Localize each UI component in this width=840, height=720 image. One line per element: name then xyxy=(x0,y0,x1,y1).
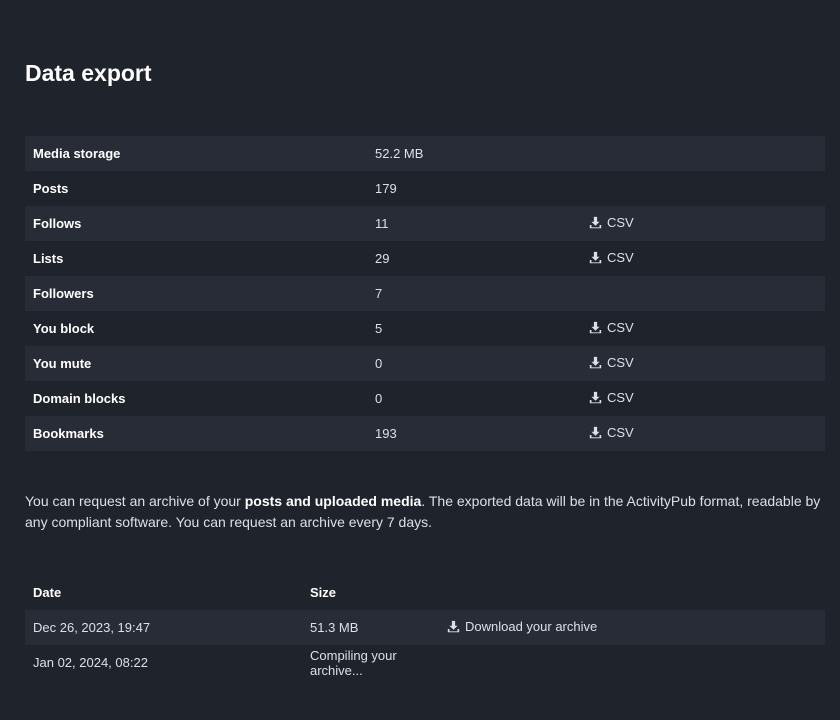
data-export-page: Data export Media storage 52.2 MB Posts 179… xyxy=(0,0,840,720)
csv-label: CSV xyxy=(607,390,634,405)
stat-value: 52.2 MB xyxy=(375,146,424,161)
csv-label: CSV xyxy=(607,355,634,370)
download-icon xyxy=(447,620,460,633)
stat-label: You mute xyxy=(33,356,92,371)
stats-row: Media storage 52.2 MB xyxy=(25,136,825,171)
info-text-bold: posts and uploaded media xyxy=(244,493,422,509)
stat-action: CSV xyxy=(581,206,825,241)
csv-download-link[interactable]: CSV xyxy=(589,390,634,405)
archive-table-header: Date Size xyxy=(25,574,825,610)
archive-row: Dec 26, 2023, 19:47 51.3 MB Download your … xyxy=(25,610,825,645)
stat-value: 0 xyxy=(375,391,383,406)
csv-label: CSV xyxy=(607,250,634,265)
stats-row: Lists 29 CSV xyxy=(25,241,825,276)
column-header-size: Size xyxy=(310,584,337,600)
csv-download-link[interactable]: CSV xyxy=(589,250,634,265)
stat-value: 0 xyxy=(375,356,383,371)
csv-label: CSV xyxy=(607,320,634,335)
stat-action: CSV xyxy=(581,346,825,381)
download-icon xyxy=(589,426,602,439)
archive-date: Jan 02, 2024, 08:22 xyxy=(33,655,148,670)
download-icon xyxy=(589,251,602,264)
stats-row: You block 5 CSV xyxy=(25,311,825,346)
stat-value: 5 xyxy=(375,321,383,336)
download-icon xyxy=(589,391,602,404)
stat-value: 11 xyxy=(375,216,389,231)
stat-label: You block xyxy=(33,321,95,336)
stat-label: Posts xyxy=(33,181,69,196)
stat-value: 179 xyxy=(375,181,397,196)
archive-action xyxy=(439,645,825,680)
stat-label: Follows xyxy=(33,216,82,231)
stat-action: CSV xyxy=(581,241,825,276)
export-stats-table: Media storage 52.2 MB Posts 179 Follows 11 CSV… xyxy=(25,136,825,451)
stat-action xyxy=(581,136,825,171)
stat-label: Lists xyxy=(33,251,64,266)
stat-label: Bookmarks xyxy=(33,426,104,441)
stat-action xyxy=(581,276,825,311)
stats-row: Posts 179 xyxy=(25,171,825,206)
download-icon xyxy=(589,321,602,334)
page-title: Data export xyxy=(25,60,152,86)
stat-action: CSV xyxy=(581,311,825,346)
stat-action: CSV xyxy=(581,416,825,451)
download-archive-link[interactable]: Download your archive xyxy=(447,619,597,634)
stats-row: Domain blocks 0 CSV xyxy=(25,381,825,416)
archive-date: Dec 26, 2023, 19:47 xyxy=(33,620,151,635)
stat-label: Domain blocks xyxy=(33,391,126,406)
archive-size: Compiling your archive... xyxy=(310,647,397,678)
stats-row: Follows 11 CSV xyxy=(25,206,825,241)
csv-download-link[interactable]: CSV xyxy=(589,320,634,335)
download-archive-label: Download your archive xyxy=(465,619,598,634)
stat-action xyxy=(581,171,825,206)
csv-label: CSV xyxy=(607,425,634,440)
csv-download-link[interactable]: CSV xyxy=(589,355,634,370)
csv-download-link[interactable]: CSV xyxy=(589,215,634,230)
stats-row: Followers 7 xyxy=(25,276,825,311)
download-icon xyxy=(589,356,602,369)
stat-label: Followers xyxy=(33,286,94,301)
csv-label: CSV xyxy=(607,215,634,230)
archive-table: Date Size Dec 26, 2023, 19:47 51.3 MB Down… xyxy=(25,574,825,680)
archive-row: Jan 02, 2024, 08:22 Compiling your archiv… xyxy=(25,645,825,680)
stat-value: 7 xyxy=(375,286,383,301)
stat-value: 193 xyxy=(375,426,397,441)
stat-value: 29 xyxy=(375,251,390,266)
download-icon xyxy=(589,216,602,229)
archive-info-text: You can request an archive of your posts… xyxy=(25,491,825,533)
archive-action: Download your archive xyxy=(439,610,825,645)
csv-download-link[interactable]: CSV xyxy=(589,425,634,440)
column-header-date: Date xyxy=(33,584,62,600)
column-header-action xyxy=(439,574,825,610)
archive-size: 51.3 MB xyxy=(310,620,359,635)
stat-label: Media storage xyxy=(33,146,121,161)
stats-row: Bookmarks 193 CSV xyxy=(25,416,825,451)
info-text-before: You can request an archive of your xyxy=(25,493,245,509)
stats-row: You mute 0 CSV xyxy=(25,346,825,381)
stat-action: CSV xyxy=(581,381,825,416)
